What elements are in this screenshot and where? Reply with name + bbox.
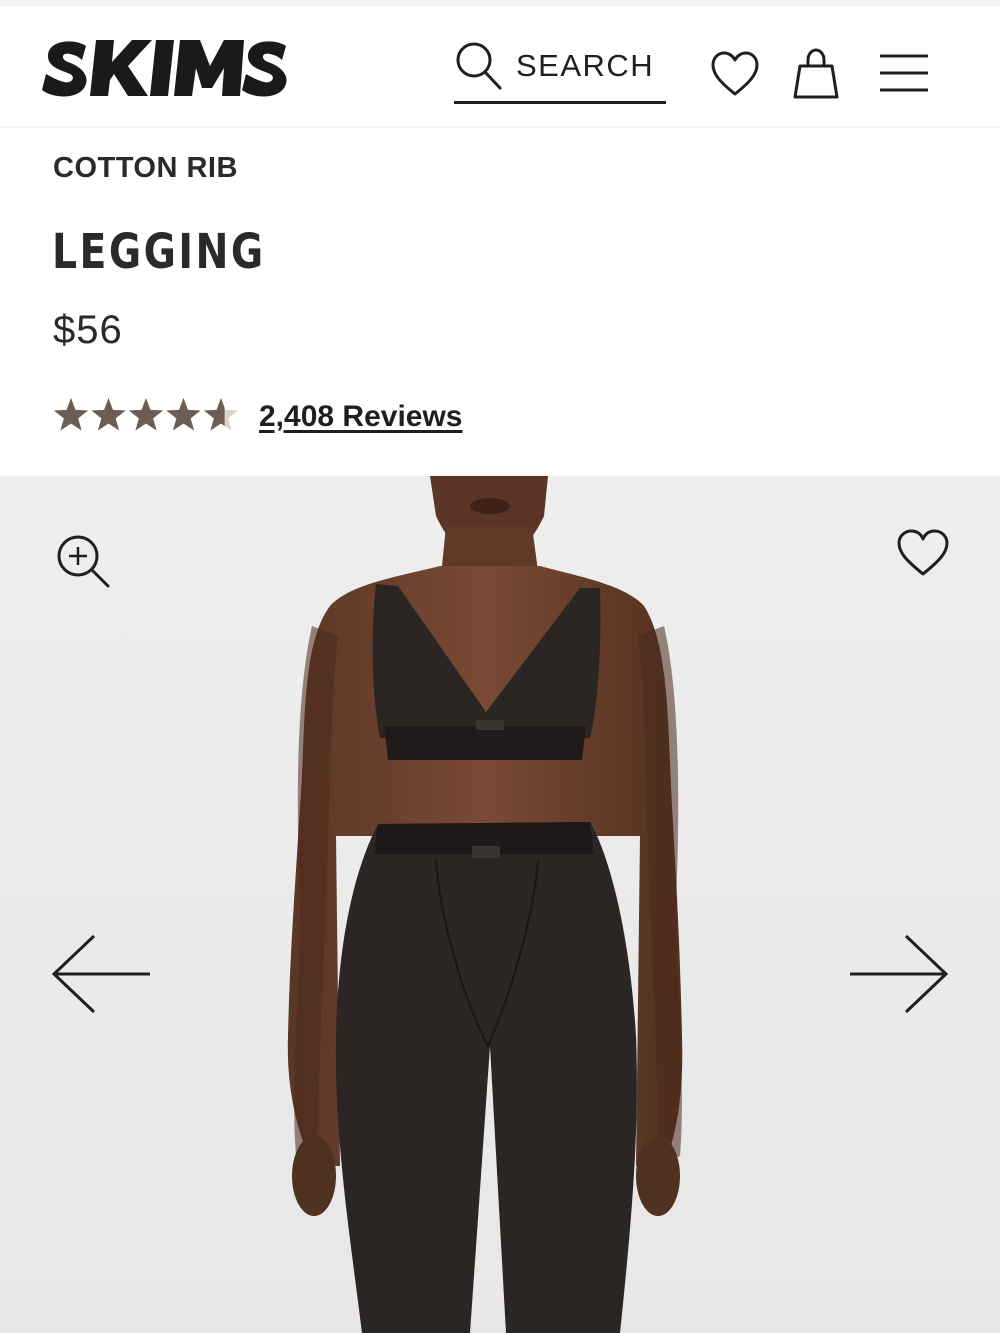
wishlist-button[interactable]	[710, 50, 760, 98]
zoom-in-icon	[57, 535, 110, 588]
reviews-link[interactable]: 2,408 Reviews	[259, 400, 462, 434]
shopping-bag-icon	[793, 48, 839, 99]
product-image-gallery[interactable]	[0, 476, 1000, 1333]
shopping-bag-button[interactable]	[792, 46, 840, 100]
previous-image-button[interactable]	[50, 932, 154, 1016]
heart-icon	[711, 51, 759, 96]
site-header: SEARCH	[0, 0, 1000, 128]
arrow-left-icon	[51, 934, 150, 1014]
search-icon	[456, 42, 502, 90]
product-title: LEGGING	[52, 224, 266, 280]
product-collection: COTTON RIB	[53, 152, 238, 184]
next-image-button[interactable]	[846, 932, 950, 1016]
star-rating-icons	[53, 398, 239, 431]
hamburger-menu-icon	[880, 54, 928, 92]
product-price: $56	[53, 308, 123, 352]
product-rating: 2,408 Reviews	[53, 396, 493, 440]
product-photo	[0, 476, 1000, 1333]
star-2	[91, 398, 126, 431]
skims-wordmark	[42, 40, 287, 97]
search-label: SEARCH	[516, 48, 655, 83]
star-1	[53, 398, 89, 431]
zoom-button[interactable]	[54, 532, 112, 590]
arrow-right-icon	[850, 934, 949, 1014]
star-3	[128, 398, 164, 431]
search-field[interactable]: SEARCH	[454, 36, 666, 104]
heart-icon	[897, 529, 949, 576]
favorite-image-button[interactable]	[896, 528, 950, 578]
product-page: SEARCH COTTON RIB LEGGING $56 2,408 Revi…	[0, 0, 1000, 1333]
star-5	[203, 398, 239, 431]
skims-logo[interactable]	[40, 32, 292, 108]
menu-button[interactable]	[878, 52, 930, 94]
star-4	[166, 398, 201, 431]
star-rating	[53, 398, 239, 434]
